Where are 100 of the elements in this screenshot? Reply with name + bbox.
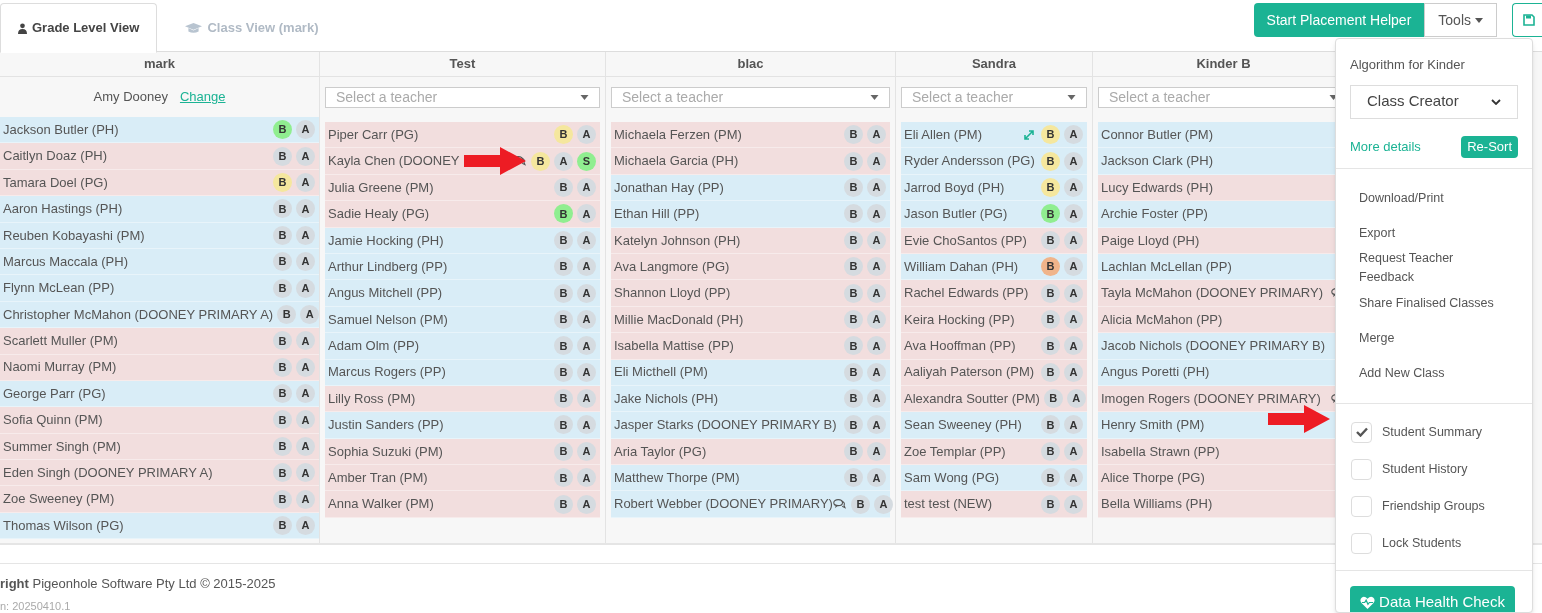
- badge: B: [554, 415, 573, 435]
- tab[interactable]: Grade Level View: [0, 3, 158, 53]
- student-row[interactable]: Naomi Murray (PM) B A: [0, 354, 319, 381]
- checkbox[interactable]: [1351, 458, 1372, 480]
- student-row[interactable]: Rachel Edwards (PP) B A: [901, 280, 1087, 307]
- student-row[interactable]: Ryder Andersson (PG) B A: [901, 148, 1087, 175]
- badge: A: [867, 468, 886, 488]
- student-row[interactable]: Arthur Lindberg (PP) B A: [325, 253, 600, 281]
- student-row[interactable]: Sean Sweeney (PH) B A: [901, 412, 1087, 439]
- student-row[interactable]: Zoe Sweeney (PM) B A: [0, 486, 319, 513]
- student-row[interactable]: Michaela Garcia (PH) B A: [611, 148, 890, 175]
- student-row[interactable]: Julia Greene (PM) B A: [325, 174, 600, 202]
- student-name: Evie ChoSantos (PP): [904, 231, 1027, 250]
- student-row[interactable]: Eden Singh (DOONEY PRIMARY A) B A: [0, 460, 319, 487]
- student-row[interactable]: Katelyn Johnson (PH) B A: [611, 227, 890, 254]
- version-text: n: 20250410.1: [0, 598, 71, 613]
- badge: A: [577, 336, 596, 356]
- student-row[interactable]: Aaliyah Paterson (PM) B A: [901, 359, 1087, 386]
- student-name: Tayla McMahon (DOONEY PRIMARY): [1101, 284, 1324, 303]
- student-row[interactable]: Piper Carr (PG) B A: [325, 122, 600, 149]
- student-row[interactable]: Sophia Suzuki (PM) B A: [325, 438, 600, 466]
- student-name: Matthew Thorpe (PM): [614, 469, 740, 487]
- student-row[interactable]: Aaron Hastings (PH) B A: [0, 196, 319, 223]
- student-row[interactable]: Jarrod Boyd (PH) B A: [901, 174, 1087, 202]
- algorithm-select[interactable]: Class Creator: [1350, 84, 1518, 119]
- badge: A: [867, 151, 886, 171]
- student-name: Reuben Kobayashi (PM): [3, 226, 145, 245]
- badge: B: [273, 357, 292, 377]
- student-row[interactable]: Robert Webber (DOONEY PRIMARY) B A: [611, 491, 890, 518]
- student-row[interactable]: Shannon Lloyd (PP) B A: [611, 280, 890, 307]
- student-row[interactable]: Sam Wong (PG) B A: [901, 465, 1087, 492]
- checkbox[interactable]: [1351, 532, 1372, 554]
- student-row[interactable]: Marcus Maccala (PH) B A: [0, 248, 319, 276]
- badge: A: [867, 177, 886, 197]
- badge: B: [1041, 415, 1060, 435]
- student-row[interactable]: William Dahan (PH) B A: [901, 253, 1087, 281]
- badge: A: [296, 331, 315, 351]
- badge: B: [554, 389, 573, 409]
- student-row[interactable]: Reuben Kobayashi (PM) B A: [0, 222, 319, 249]
- badge: S: [577, 151, 596, 171]
- student-row[interactable]: Matthew Thorpe (PM) B A: [611, 465, 890, 492]
- student-row[interactable]: Jake Nichols (PH) B A: [611, 385, 890, 413]
- checkbox-label: Lock Students: [1382, 534, 1462, 552]
- student-row[interactable]: Ethan Hill (PP) B A: [611, 201, 890, 228]
- annotation-arrow: [1268, 405, 1330, 433]
- student-row[interactable]: Thomas Wilson (PG) B A: [0, 512, 319, 540]
- student-row[interactable]: Jasper Starks (DOONEY PRIMARY B) B A: [611, 412, 890, 439]
- badge: A: [296, 410, 315, 430]
- student-row[interactable]: Amber Tran (PM) B A: [325, 465, 600, 492]
- student-row[interactable]: Jason Butler (PG) B A: [901, 201, 1087, 228]
- student-row[interactable]: Caitlyn Doaz (PH) B A: [0, 143, 319, 170]
- checkbox-label: Student History: [1382, 460, 1468, 478]
- student-row[interactable]: Lilly Ross (PM) B A: [325, 385, 600, 413]
- student-row[interactable]: Summer Singh (PM) B A: [0, 433, 319, 461]
- badge: B: [554, 309, 573, 329]
- student-row[interactable]: Jamie Hocking (PH) B A: [325, 227, 600, 254]
- student-row[interactable]: Scarlett Muller (PM) B A: [0, 328, 319, 355]
- student-row[interactable]: Christopher McMahon (DOONEY PRIMARY A) B A: [0, 301, 319, 329]
- student-row[interactable]: Angus Mitchell (PP) B A: [325, 280, 600, 307]
- student-row[interactable]: Marcus Rogers (PP) B A: [325, 359, 600, 386]
- student-row[interactable]: Sadie Healy (PG) B A: [325, 201, 600, 228]
- class-name: blac: [606, 52, 895, 77]
- student-name: Amber Tran (PM): [328, 469, 428, 487]
- student-row[interactable]: Anna Walker (PM) B A: [325, 491, 600, 518]
- student-row[interactable]: Evie ChoSantos (PP) B A: [901, 227, 1087, 254]
- student-row[interactable]: Ava Langmore (PG) B A: [611, 253, 890, 281]
- student-row[interactable]: Aria Taylor (PG) B A: [611, 438, 890, 466]
- save-button[interactable]: [1512, 3, 1542, 37]
- student-name: Aaron Hastings (PH): [3, 200, 123, 219]
- student-row[interactable]: Justin Sanders (PP) B A: [325, 412, 600, 439]
- student-row[interactable]: Adam Olm (PP) B A: [325, 333, 600, 360]
- student-row[interactable]: Millie MacDonald (PH) B A: [611, 306, 890, 334]
- badge: A: [1066, 389, 1086, 409]
- student-row[interactable]: Zoe Templar (PP) B A: [901, 438, 1087, 466]
- student-row[interactable]: Ava Hooffman (PP) B A: [901, 333, 1087, 360]
- student-row[interactable]: Keira Hocking (PP) B A: [901, 306, 1087, 334]
- student-name: Henry Smith (PM): [1101, 416, 1205, 435]
- student-row[interactable]: George Parr (PG) B A: [0, 380, 319, 408]
- student-row[interactable]: Alexandra Soutter (PM) B A: [901, 385, 1087, 413]
- student-row[interactable]: Tamara Doel (PG) B A: [0, 169, 319, 197]
- checkbox[interactable]: [1351, 421, 1372, 443]
- badge: A: [577, 257, 596, 277]
- student-row[interactable]: Jonathan Hay (PP) B A: [611, 174, 890, 202]
- student-row[interactable]: Flynn McLean (PP) B A: [0, 275, 319, 302]
- student-name: Jacob Nichols (DOONEY PRIMARY B): [1101, 337, 1325, 356]
- tools-button[interactable]: Tools: [1424, 3, 1497, 37]
- student-row[interactable]: Jackson Butler (PH) B A: [0, 117, 319, 144]
- student-row[interactable]: Sofia Quinn (PM) B A: [0, 407, 319, 434]
- student-row[interactable]: test test (NEW) B A: [901, 491, 1087, 518]
- student-name: Jake Nichols (PH): [614, 389, 719, 408]
- student-name: Tamara Doel (PG): [3, 173, 108, 192]
- student-row[interactable]: Isabella Mattise (PP) B A: [611, 333, 890, 360]
- badge: B: [844, 257, 863, 277]
- badge: A: [296, 384, 315, 404]
- student-row[interactable]: Eli Micthell (PM) B A: [611, 359, 890, 386]
- student-row[interactable]: Samuel Nelson (PM) B A: [325, 306, 600, 334]
- checkbox[interactable]: [1351, 495, 1372, 517]
- student-row[interactable]: Eli Allen (PM) B A: [901, 122, 1087, 149]
- student-name: Sean Sweeney (PH): [904, 416, 1022, 435]
- student-row[interactable]: Michaela Ferzen (PM) B A: [611, 122, 890, 149]
